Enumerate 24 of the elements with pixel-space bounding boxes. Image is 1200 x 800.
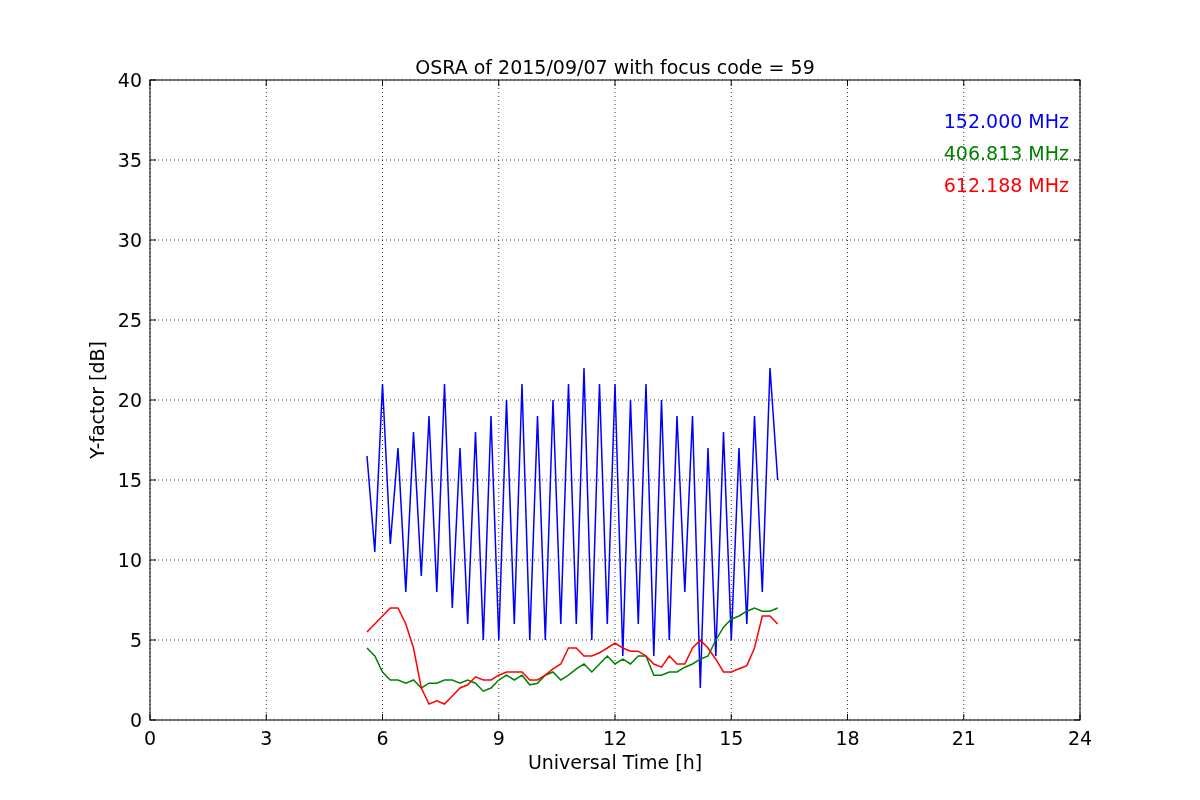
y-axis-label: Y-factor [dB]: [86, 341, 108, 459]
tick-label: 12: [602, 727, 628, 749]
tick-label: 15: [117, 469, 142, 491]
tick-label: 15: [719, 727, 744, 749]
tick-label: 20: [117, 389, 142, 411]
tick-label: 5: [129, 629, 142, 651]
chart-title: OSRA of 2015/09/07 with focus code = 59: [415, 56, 815, 78]
tick-label: 21: [951, 727, 976, 749]
legend-label: 612.188 MHz: [943, 174, 1069, 196]
tick-label: 3: [260, 727, 273, 749]
tick-label: 40: [117, 69, 142, 91]
tick-label: 10: [117, 549, 142, 571]
tick-label: 35: [117, 149, 142, 171]
tick-label: 0: [129, 709, 142, 731]
legend-label: 406.813 MHz: [943, 142, 1069, 164]
tick-label: 9: [492, 727, 505, 749]
legend-label: 152.000 MHz: [943, 110, 1069, 132]
tick-label: 6: [376, 727, 389, 749]
tick-label: 30: [117, 229, 142, 251]
tick-label: 25: [117, 309, 142, 331]
tick-label: 24: [1067, 727, 1093, 749]
x-axis-label: Universal Time [h]: [527, 751, 703, 773]
tick-label: 18: [835, 727, 860, 749]
tick-label: 0: [143, 727, 157, 749]
